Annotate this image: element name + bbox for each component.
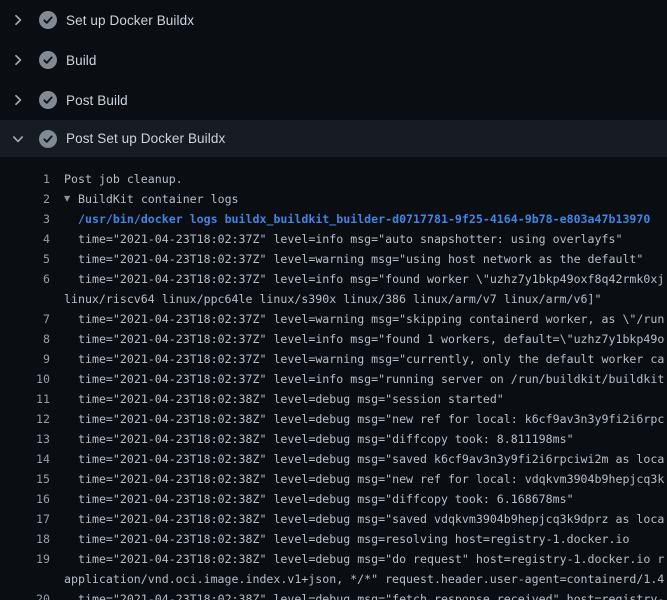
log-line-text: time="2021-04-23T18:02:38Z" level=debug …	[78, 409, 664, 429]
log-line-text: time="2021-04-23T18:02:38Z" level=debug …	[78, 449, 664, 469]
log-line-number[interactable]	[0, 569, 50, 589]
chevron-icon	[11, 13, 24, 27]
log-line: 4 time="2021-04-23T18:02:37Z" level=info…	[0, 229, 667, 249]
log-line-text: time="2021-04-23T18:02:37Z" level=info m…	[78, 329, 664, 349]
log-line: 9 time="2021-04-23T18:02:37Z" level=warn…	[0, 349, 667, 369]
log-line: 12 time="2021-04-23T18:02:38Z" level=deb…	[0, 409, 667, 429]
step-row[interactable]: Post Set up Docker Buildx	[0, 120, 667, 157]
check-circle-icon	[39, 51, 57, 69]
log-line: linux/riscv64 linux/ppc64le linux/s390x …	[0, 289, 667, 309]
log-line: 10 time="2021-04-23T18:02:37Z" level=inf…	[0, 369, 667, 389]
log-line-text: /usr/bin/docker logs buildx_buildkit_bui…	[78, 209, 650, 229]
log-line-text: time="2021-04-23T18:02:38Z" level=debug …	[78, 509, 664, 529]
check-circle-icon	[39, 130, 57, 148]
log-line: 7 time="2021-04-23T18:02:37Z" level=warn…	[0, 309, 667, 329]
log-line[interactable]: 2 ▼ BuildKit container logs	[0, 189, 667, 209]
log-line-text: time="2021-04-23T18:02:38Z" level=debug …	[78, 549, 664, 569]
step-row[interactable]: Post Build	[0, 80, 667, 120]
log-line-number[interactable]: 2	[0, 189, 50, 209]
log-line-number[interactable]: 10	[0, 369, 50, 389]
log-line-text: time="2021-04-23T18:02:38Z" level=debug …	[78, 429, 574, 449]
log-line: 15 time="2021-04-23T18:02:38Z" level=deb…	[0, 469, 667, 489]
log-line-text: time="2021-04-23T18:02:38Z" level=debug …	[78, 529, 629, 549]
log-line: 17 time="2021-04-23T18:02:38Z" level=deb…	[0, 509, 667, 529]
log-line: 13 time="2021-04-23T18:02:38Z" level=deb…	[0, 429, 667, 449]
log-line-number[interactable]: 3	[0, 209, 50, 229]
log-line-number[interactable]: 17	[0, 509, 50, 529]
step-row[interactable]: Build	[0, 40, 667, 80]
log-line-number[interactable]	[0, 289, 50, 309]
log-line-text: time="2021-04-23T18:02:37Z" level=info m…	[78, 269, 664, 289]
log-line-number[interactable]: 6	[0, 269, 50, 289]
log-line-number[interactable]: 14	[0, 449, 50, 469]
log-line: 18 time="2021-04-23T18:02:38Z" level=deb…	[0, 529, 667, 549]
log-area: 1 Post job cleanup. 2 ▼ BuildKit contain…	[0, 157, 667, 600]
log-line-number[interactable]: 9	[0, 349, 50, 369]
log-line: 1 Post job cleanup.	[0, 169, 667, 189]
log-line-text: linux/riscv64 linux/ppc64le linux/s390x …	[64, 289, 601, 309]
log-line-number[interactable]: 4	[0, 229, 50, 249]
log-line: 19 time="2021-04-23T18:02:38Z" level=deb…	[0, 549, 667, 569]
triangle-down-icon[interactable]: ▼	[64, 189, 74, 209]
log-line-number[interactable]: 11	[0, 389, 50, 409]
log-line-text: time="2021-04-23T18:02:38Z" level=debug …	[78, 489, 574, 509]
check-circle-icon	[39, 91, 57, 109]
log-line-number[interactable]: 7	[0, 309, 50, 329]
log-line: 14 time="2021-04-23T18:02:38Z" level=deb…	[0, 449, 667, 469]
log-line: 11 time="2021-04-23T18:02:38Z" level=deb…	[0, 389, 667, 409]
chevron-icon	[11, 93, 24, 107]
log-line-text: time="2021-04-23T18:02:38Z" level=debug …	[78, 589, 664, 600]
log-line-number[interactable]: 12	[0, 409, 50, 429]
step-label: Build	[66, 53, 97, 68]
log-line: 8 time="2021-04-23T18:02:37Z" level=info…	[0, 329, 667, 349]
log-line-text: BuildKit container logs	[78, 189, 239, 209]
workflow-log-viewer: Set up Docker Buildx Build	[0, 0, 667, 600]
log-line-text: application/vnd.oci.image.index.v1+json,…	[64, 569, 664, 589]
log-line-number[interactable]: 15	[0, 469, 50, 489]
log-line: 3 /usr/bin/docker logs buildx_buildkit_b…	[0, 209, 667, 229]
log-line-number[interactable]: 19	[0, 549, 50, 569]
log-line-number[interactable]: 18	[0, 529, 50, 549]
step-label: Post Build	[66, 93, 128, 108]
log-line-text: time="2021-04-23T18:02:37Z" level=info m…	[78, 369, 664, 389]
log-line-text: time="2021-04-23T18:02:37Z" level=warnin…	[78, 309, 664, 329]
log-line-number[interactable]: 8	[0, 329, 50, 349]
check-circle-icon	[39, 11, 57, 29]
log-line-text: time="2021-04-23T18:02:38Z" level=debug …	[78, 389, 504, 409]
log-line: application/vnd.oci.image.index.v1+json,…	[0, 569, 667, 589]
log-line: 16 time="2021-04-23T18:02:38Z" level=deb…	[0, 489, 667, 509]
chevron-icon	[11, 132, 24, 146]
log-line-text: time="2021-04-23T18:02:37Z" level=info m…	[78, 229, 622, 249]
log-line-number[interactable]: 20	[0, 589, 50, 600]
log-line-text: time="2021-04-23T18:02:37Z" level=warnin…	[78, 249, 643, 269]
step-label: Set up Docker Buildx	[66, 13, 194, 28]
log-line-number[interactable]: 16	[0, 489, 50, 509]
log-line-number[interactable]: 5	[0, 249, 50, 269]
step-label: Post Set up Docker Buildx	[66, 131, 225, 146]
chevron-icon	[11, 53, 24, 67]
log-line: 6 time="2021-04-23T18:02:37Z" level=info…	[0, 269, 667, 289]
log-line-number[interactable]: 13	[0, 429, 50, 449]
log-line-text: Post job cleanup.	[64, 169, 183, 189]
log-line: 5 time="2021-04-23T18:02:37Z" level=warn…	[0, 249, 667, 269]
steps-list: Set up Docker Buildx Build	[0, 0, 667, 157]
log-line-text: time="2021-04-23T18:02:37Z" level=warnin…	[78, 349, 664, 369]
log-line: 20 time="2021-04-23T18:02:38Z" level=deb…	[0, 589, 667, 600]
step-row[interactable]: Set up Docker Buildx	[0, 0, 667, 40]
log-line-text: time="2021-04-23T18:02:38Z" level=debug …	[78, 469, 664, 489]
log-line-number[interactable]: 1	[0, 169, 50, 189]
